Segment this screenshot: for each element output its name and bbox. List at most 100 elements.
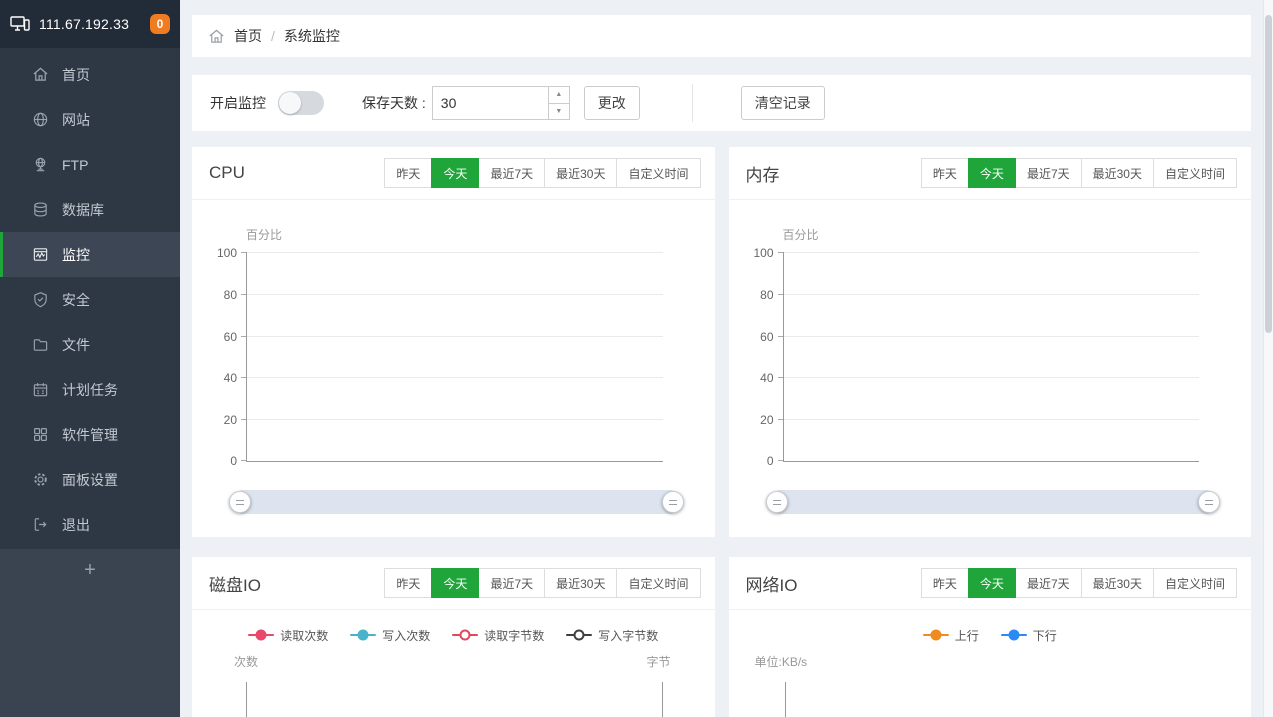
server-ip: 111.67.192.33 <box>39 16 129 32</box>
scrollbar-thumb[interactable] <box>1265 15 1272 333</box>
legend-item-downstream[interactable]: 下行 <box>1001 627 1057 644</box>
breadcrumb-home-icon <box>208 28 225 45</box>
spinner-down-icon[interactable]: ▼ <box>549 104 569 120</box>
legend-item-read-count[interactable]: 读取次数 <box>248 627 328 644</box>
sidebar: 111.67.192.33 0 首页 网站 <box>0 0 180 717</box>
number-spinner: ▲ ▼ <box>548 87 569 119</box>
legend-marker <box>248 629 274 641</box>
sidebar-item-files[interactable]: 文件 <box>0 322 180 367</box>
sidebar-item-cron[interactable]: 计划任务 <box>0 367 180 412</box>
sidebar-item-database[interactable]: 数据库 <box>0 187 180 232</box>
time-filter-today[interactable]: 今天 <box>431 158 479 188</box>
sidebar-item-label: 网站 <box>62 110 90 130</box>
time-filter-30days[interactable]: 最近30天 <box>544 568 617 598</box>
home-icon <box>32 66 49 83</box>
network-chart-plot <box>785 682 1200 717</box>
datazoom-left-handle[interactable] <box>766 491 788 513</box>
divider <box>692 84 693 122</box>
time-filter-30days[interactable]: 最近30天 <box>1081 568 1154 598</box>
sidebar-item-website[interactable]: 网站 <box>0 97 180 142</box>
sidebar-item-home[interactable]: 首页 <box>0 52 180 97</box>
network-panel-title: 网络IO <box>746 571 798 596</box>
sidebar-item-logout[interactable]: 退出 <box>0 502 180 547</box>
sidebar-item-label: 数据库 <box>62 200 104 220</box>
main-content: 首页 / 系统监控 开启监控 保存天数 : ▲ ▼ 更改 清空记录 CPU 昨天… <box>180 0 1263 717</box>
breadcrumb: 首页 / 系统监控 <box>192 15 1251 57</box>
legend-item-read-bytes[interactable]: 读取字节数 <box>452 627 544 644</box>
grid-icon <box>32 426 49 443</box>
monitor-toggle[interactable] <box>278 91 324 115</box>
disk-io-panel: 磁盘IO 昨天 今天 最近7天 最近30天 自定义时间 读取次数 <box>192 557 715 717</box>
sidebar-item-security[interactable]: 安全 <box>0 277 180 322</box>
cpu-chart-plot: 100 80 60 40 20 0 <box>246 252 663 462</box>
gear-icon <box>32 471 49 488</box>
legend-item-write-count[interactable]: 写入次数 <box>350 627 430 644</box>
time-filter-custom[interactable]: 自定义时间 <box>616 158 700 188</box>
toggle-knob <box>279 92 301 114</box>
time-filter-7days[interactable]: 最近7天 <box>478 568 545 598</box>
sidebar-item-ftp[interactable]: FTP <box>0 142 180 187</box>
cpu-time-filter: 昨天 今天 最近7天 最近30天 自定义时间 <box>385 158 700 188</box>
time-filter-custom[interactable]: 自定义时间 <box>1153 568 1237 598</box>
time-filter-30days[interactable]: 最近30天 <box>1081 158 1154 188</box>
datazoom-right-handle[interactable] <box>1198 491 1220 513</box>
change-button[interactable]: 更改 <box>584 86 640 120</box>
legend-item-write-bytes[interactable]: 写入字节数 <box>566 627 658 644</box>
legend-marker <box>350 629 376 641</box>
calendar-icon <box>32 381 49 398</box>
time-filter-today[interactable]: 今天 <box>968 568 1016 598</box>
sidebar-item-label: 计划任务 <box>62 380 118 400</box>
memory-chart-plot: 100 80 60 40 20 0 <box>783 252 1200 462</box>
globe-icon <box>32 111 49 128</box>
disk-left-axis-name: 次数 <box>234 653 258 670</box>
add-menu-button[interactable]: + <box>70 559 110 581</box>
time-filter-yesterday[interactable]: 昨天 <box>384 158 432 188</box>
sidebar-item-monitor[interactable]: 监控 <box>0 232 180 277</box>
sidebar-menu: 首页 网站 FTP <box>0 48 180 547</box>
time-filter-7days[interactable]: 最近7天 <box>1015 568 1082 598</box>
sidebar-item-software[interactable]: 软件管理 <box>0 412 180 457</box>
clear-records-button[interactable]: 清空记录 <box>741 86 825 120</box>
cpu-datazoom-slider[interactable] <box>240 490 673 514</box>
sidebar-item-label: 首页 <box>62 65 90 85</box>
datazoom-right-handle[interactable] <box>662 491 684 513</box>
memory-datazoom-slider[interactable] <box>777 490 1210 514</box>
message-count-badge[interactable]: 0 <box>150 14 170 34</box>
shield-icon <box>32 291 49 308</box>
time-filter-7days[interactable]: 最近7天 <box>478 158 545 188</box>
legend-marker <box>1001 629 1027 641</box>
save-days-input[interactable] <box>433 87 548 119</box>
time-filter-today[interactable]: 今天 <box>968 158 1016 188</box>
ftp-icon <box>32 156 49 173</box>
server-icon <box>10 15 30 33</box>
memory-panel-title: 内存 <box>746 161 780 186</box>
save-days-inputbox: ▲ ▼ <box>432 86 570 120</box>
time-filter-custom[interactable]: 自定义时间 <box>616 568 700 598</box>
sidebar-item-label: 文件 <box>62 335 90 355</box>
disk-time-filter: 昨天 今天 最近7天 最近30天 自定义时间 <box>385 568 700 598</box>
main-scrollbar[interactable] <box>1263 0 1273 717</box>
sidebar-item-settings[interactable]: 面板设置 <box>0 457 180 502</box>
time-filter-custom[interactable]: 自定义时间 <box>1153 158 1237 188</box>
time-filter-yesterday[interactable]: 昨天 <box>921 158 969 188</box>
legend-marker <box>923 629 949 641</box>
folder-icon <box>32 336 49 353</box>
breadcrumb-home-link[interactable]: 首页 <box>234 26 262 46</box>
breadcrumb-separator: / <box>271 28 275 44</box>
legend-item-upstream[interactable]: 上行 <box>923 627 979 644</box>
sidebar-item-label: 退出 <box>62 515 90 535</box>
legend-marker <box>452 629 478 641</box>
datazoom-left-handle[interactable] <box>229 491 251 513</box>
time-filter-30days[interactable]: 最近30天 <box>544 158 617 188</box>
logout-icon <box>32 516 49 533</box>
memory-yaxis-name: 百分比 <box>783 226 1200 243</box>
disk-right-axis-name: 字节 <box>646 653 670 670</box>
time-filter-yesterday[interactable]: 昨天 <box>921 568 969 598</box>
breadcrumb-current: 系统监控 <box>284 26 340 46</box>
spinner-up-icon[interactable]: ▲ <box>549 87 569 104</box>
disk-legend: 读取次数 写入次数 读取字节数 <box>192 627 715 643</box>
chart-grid: CPU 昨天 今天 最近7天 最近30天 自定义时间 百分比 100 80 60… <box>192 147 1251 717</box>
time-filter-yesterday[interactable]: 昨天 <box>384 568 432 598</box>
time-filter-today[interactable]: 今天 <box>431 568 479 598</box>
time-filter-7days[interactable]: 最近7天 <box>1015 158 1082 188</box>
